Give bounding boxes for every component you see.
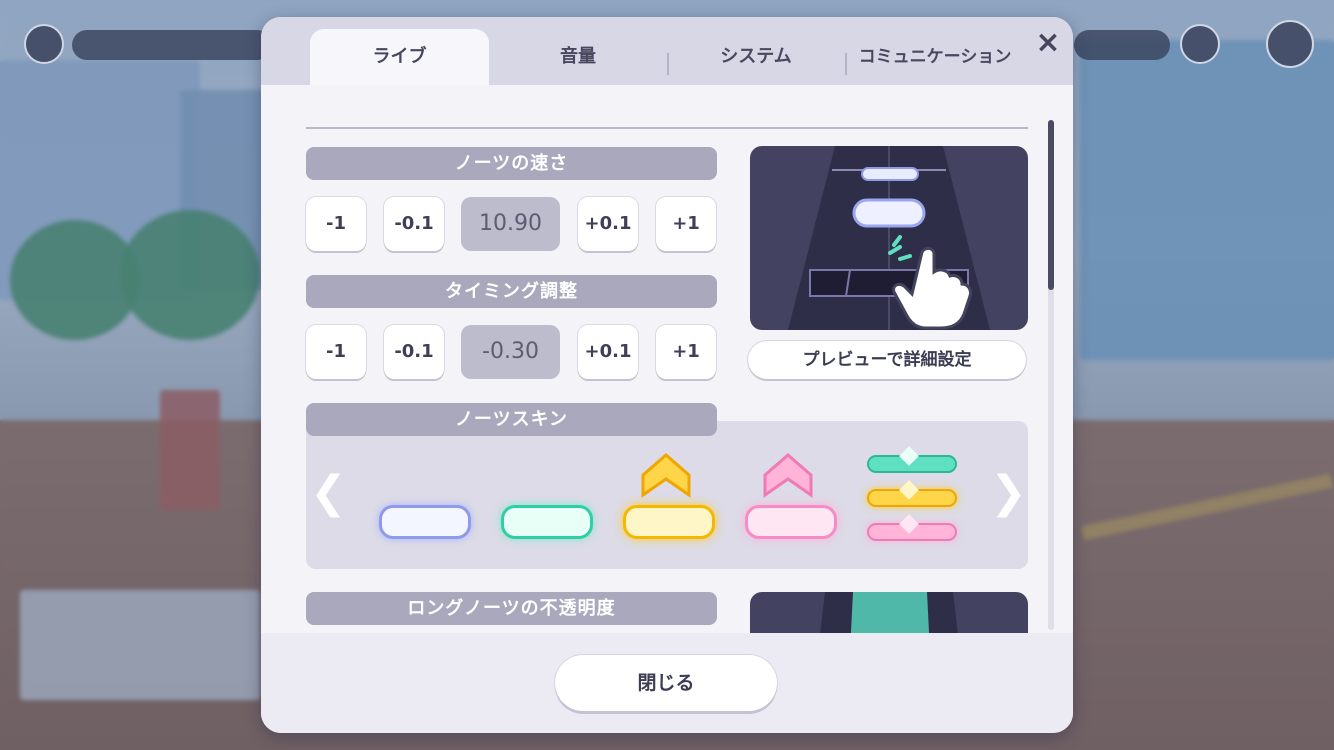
timing-label: タイミング調整	[306, 275, 717, 308]
note-skin-label: ノーツスキン	[306, 403, 717, 436]
note-skin-normal[interactable]	[379, 505, 471, 539]
timing-minus-1-button[interactable]: -1	[306, 325, 366, 379]
flick-arrow-yellow-icon	[641, 453, 691, 498]
note-speed-label: ノーツの速さ	[306, 147, 717, 180]
settings-content: ノーツの速さ -1 -0.1 10.90 +0.1 +1 タイミング調整 -1 …	[261, 85, 1073, 633]
tab-communication[interactable]: コミュニケーション	[847, 29, 1023, 85]
note-skin-pink[interactable]	[745, 505, 837, 539]
hud-menu-icon[interactable]	[1266, 20, 1314, 68]
settings-dialog: ライブ 音量 システム コミュニケーション × ノーツの速さ -1 -0.1 1…	[261, 17, 1073, 733]
timing-minus-0-1-button[interactable]: -0.1	[384, 325, 444, 379]
close-icon[interactable]: ×	[1030, 25, 1066, 61]
long-note-opacity-label: ロングノーツの不透明度	[306, 592, 717, 625]
close-button[interactable]: 閉じる	[555, 655, 777, 711]
tab-volume[interactable]: 音量	[489, 29, 667, 85]
note-preview	[750, 146, 1028, 330]
note-skin-carousel: ❮ ❯	[306, 421, 1028, 569]
timing-plus-0-1-button[interactable]: +0.1	[578, 325, 638, 379]
divider	[306, 127, 1028, 129]
chevron-left-icon[interactable]: ❮	[310, 467, 347, 518]
note-skin-green[interactable]	[501, 505, 593, 539]
hud-avatar-icon[interactable]	[24, 24, 64, 64]
tab-live[interactable]: ライブ	[310, 29, 489, 85]
note-speed-plus-0-1-button[interactable]: +0.1	[578, 197, 638, 251]
scrollbar-thumb[interactable]	[1048, 120, 1054, 290]
note-preview-graphic	[788, 146, 990, 330]
timing-value: -0.30	[461, 325, 560, 379]
note-speed-minus-0-1-button[interactable]: -0.1	[384, 197, 444, 251]
note-speed-minus-1-button[interactable]: -1	[306, 197, 366, 251]
preview-detail-settings-button[interactable]: プレビューで詳細設定	[748, 341, 1026, 379]
scrollbar[interactable]	[1048, 120, 1054, 630]
chevron-right-icon[interactable]: ❯	[990, 467, 1027, 518]
note-speed-plus-1-button[interactable]: +1	[656, 197, 716, 251]
long-note-preview-graphic	[820, 592, 958, 633]
hud-currency-bar	[1074, 30, 1170, 60]
tab-system[interactable]: システム	[669, 29, 843, 85]
long-note-preview	[750, 592, 1028, 633]
timing-plus-1-button[interactable]: +1	[656, 325, 716, 379]
hud-settings-icon[interactable]	[1180, 24, 1220, 64]
flick-arrow-pink-icon	[763, 453, 813, 498]
note-speed-value: 10.90	[461, 197, 560, 251]
hud-status-bar	[72, 30, 272, 60]
tab-bar: ライブ 音量 システム コミュニケーション ×	[261, 17, 1073, 85]
note-skin-yellow[interactable]	[623, 505, 715, 539]
dialog-footer: 閉じる	[261, 633, 1073, 733]
